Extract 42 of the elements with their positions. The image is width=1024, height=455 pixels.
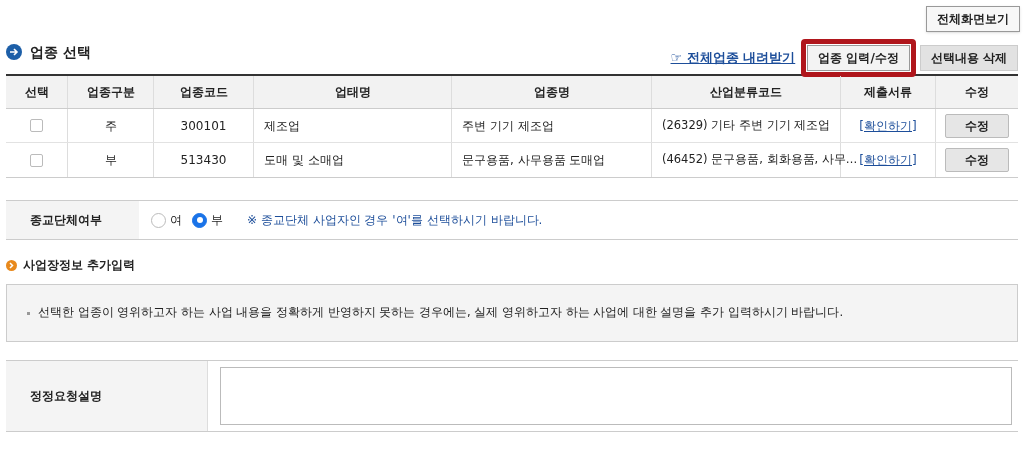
religious-label: 종교단체여부 [30, 212, 102, 229]
chevron-circle-icon [6, 259, 17, 271]
column-header: 업태명 [334, 84, 371, 101]
table-cell: (46452) 문구용품, 회화용품, 사무… [662, 151, 858, 169]
download-link[interactable]: ☞ 전체업종 내려받기 [670, 48, 796, 68]
row-checkbox[interactable] [30, 153, 43, 167]
edit-button[interactable]: 수정 [945, 148, 1009, 172]
column-header: 업종코드 [179, 84, 228, 101]
notice-text: 선택한 업종이 영위하고자 하는 사업 내용을 정확하게 반영하지 못하는 경우에는, 실제 영위하고자 하는 사업에 대한 설명을 추가 입력하시기 바랍니다. [38, 304, 844, 322]
table-cell-text: 주 [104, 117, 117, 135]
table-cell-text: 513430 [180, 152, 227, 169]
column-header: 제출서류 [864, 84, 912, 101]
section-title: 업종 선택 [30, 42, 91, 62]
religious-note: ※ 종교단체 사업자인 경우 '여'를 선택하시기 바랍니다. [247, 212, 543, 229]
column-header: 업종명 [533, 84, 570, 101]
action-button[interactable]: 선택내용 삭제 [919, 45, 1018, 71]
radio-button[interactable] [151, 212, 166, 228]
table-cell-text: 주변 기기 제조업 [462, 117, 554, 135]
table-cell-text: 문구용품, 사무용품 도매업 [462, 152, 606, 169]
fullscreen-button[interactable]: 전체화면보기 [926, 6, 1020, 32]
radio-label: 부 [211, 212, 223, 229]
documents-link[interactable]: [확인하기] [859, 116, 917, 135]
radio-label: 여 [170, 212, 182, 229]
column-header: 선택 [24, 84, 49, 101]
radio-button[interactable] [192, 212, 207, 228]
column-header: 업종구분 [86, 84, 135, 101]
arrow-circle-icon [6, 44, 22, 60]
column-header: 수정 [965, 84, 989, 101]
correction-field[interactable] [220, 367, 1012, 425]
table-cell-text: 부 [104, 152, 117, 169]
bullet-icon [27, 311, 30, 315]
documents-link[interactable]: [확인하기] [859, 151, 917, 169]
table-cell-text: (26329) 기타 주변 기기 제조업 [662, 116, 831, 134]
extra-title: 사업장정보 추가입력 [23, 257, 136, 274]
table-cell-text: 300101 [180, 117, 227, 135]
column-header: 산업분류코드 [710, 84, 782, 101]
edit-button[interactable]: 수정 [945, 113, 1009, 138]
correction-label: 정정요청설명 [30, 388, 102, 405]
table-cell-text: 도매 및 소매업 [264, 152, 344, 169]
action-button[interactable]: 업종 입력/수정 [807, 45, 910, 71]
row-checkbox[interactable] [30, 119, 43, 132]
table-cell-text: 제조업 [264, 117, 300, 135]
